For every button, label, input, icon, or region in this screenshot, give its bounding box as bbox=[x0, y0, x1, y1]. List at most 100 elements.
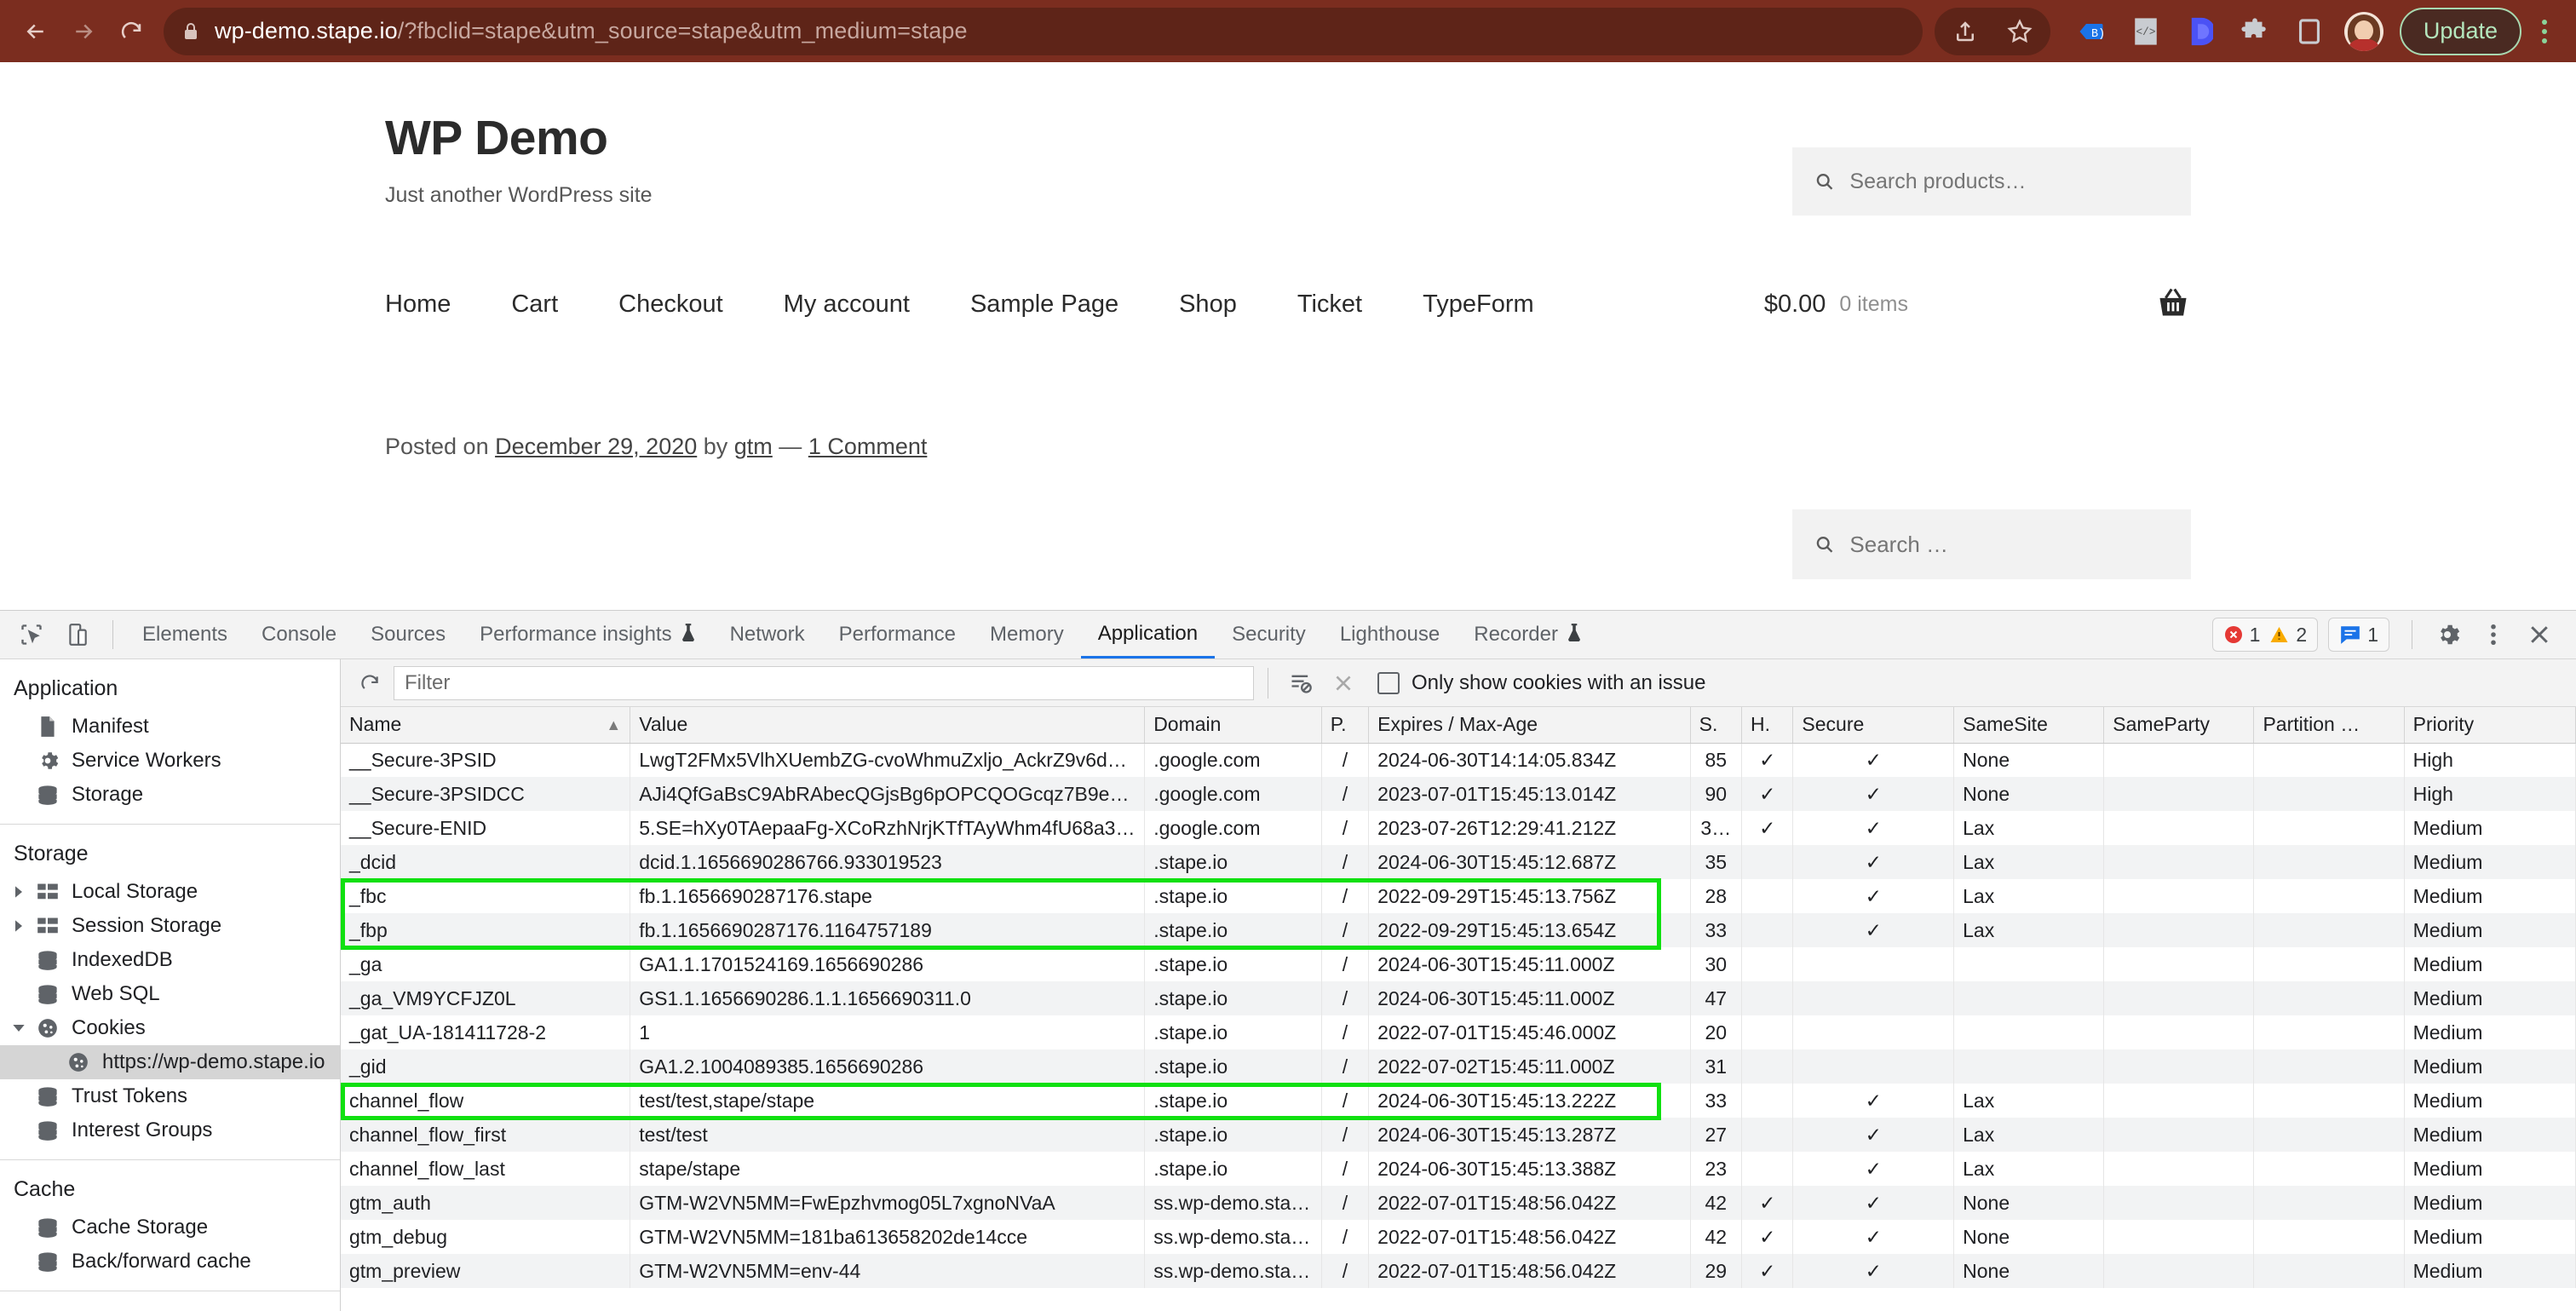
puzzle-icon[interactable] bbox=[2231, 8, 2279, 55]
table-row[interactable]: _fbc fb.1.1656690287176.stape .stape.io/20… bbox=[341, 879, 2576, 913]
tab-console[interactable]: Console bbox=[244, 611, 354, 658]
nav-item-checkout[interactable]: Checkout bbox=[618, 290, 723, 319]
table-row[interactable]: _ga_VM9YCFJZ0L GS1.1.1656690286.1.1.16566… bbox=[341, 981, 2576, 1015]
tab-performance[interactable]: Performance bbox=[822, 611, 973, 658]
nav-item-ticket[interactable]: Ticket bbox=[1297, 290, 1362, 319]
column-header-priority[interactable]: Priority bbox=[2404, 707, 2576, 744]
tab-elements[interactable]: Elements bbox=[125, 611, 244, 658]
sidebar-item-interest-groups[interactable]: Interest Groups bbox=[0, 1113, 340, 1147]
column-header-samesite[interactable]: SameSite bbox=[1953, 707, 2105, 744]
column-header-domain[interactable]: Domain bbox=[1144, 707, 1322, 744]
table-row[interactable]: gtm_debug GTM-W2VN5MM=181ba613658202de14c… bbox=[341, 1220, 2576, 1254]
gear-icon[interactable] bbox=[2427, 614, 2468, 655]
column-header-partition[interactable]: Partition … bbox=[2253, 707, 2405, 744]
chevron-right-icon[interactable] bbox=[9, 919, 29, 933]
table-row[interactable]: channel_flow test/test,stape/stape .stape.… bbox=[341, 1084, 2576, 1118]
nav-item-sample-page[interactable]: Sample Page bbox=[970, 290, 1118, 319]
tab-memory[interactable]: Memory bbox=[973, 611, 1081, 658]
post-comments-link[interactable]: 1 Comment bbox=[808, 434, 928, 459]
product-search-input[interactable] bbox=[1849, 169, 2169, 194]
table-row[interactable]: _gat_UA-181411728-2 1 .stape.io/2022-07-01… bbox=[341, 1015, 2576, 1049]
sidebar-item-https-wp-demo-stape-io[interactable]: https://wp-demo.stape.io bbox=[0, 1045, 340, 1079]
table-row[interactable]: gtm_preview GTM-W2VN5MM=env-44 ss.wp-demo.… bbox=[341, 1254, 2576, 1288]
table-row[interactable]: _ga GA1.1.1701524169.1656690286 .stape.io /… bbox=[341, 947, 2576, 981]
sidebar-search-box[interactable] bbox=[1792, 509, 2191, 579]
sidebar-item-local-storage[interactable]: Local Storage bbox=[0, 875, 340, 909]
tab-lighthouse[interactable]: Lighthouse bbox=[1323, 611, 1457, 658]
filter-input[interactable] bbox=[394, 665, 1254, 700]
star-icon[interactable] bbox=[1996, 8, 2044, 55]
checkbox-box[interactable] bbox=[1377, 671, 1400, 694]
table-row[interactable]: gtm_auth GTM-W2VN5MM=FwEpzhvmog05L7xgnoNV… bbox=[341, 1186, 2576, 1220]
nav-item-typeform[interactable]: TypeForm bbox=[1423, 290, 1534, 319]
table-row[interactable]: __Secure-3PSIDCC AJi4QfGaBsC9AbRAbecQGjsB… bbox=[341, 777, 2576, 811]
sidebar-icon[interactable] bbox=[2286, 8, 2333, 55]
only-issues-checkbox[interactable]: Only show cookies with an issue bbox=[1377, 671, 1706, 695]
column-header-sameparty[interactable]: SameParty bbox=[2103, 707, 2255, 744]
table-row[interactable]: channel_flow_first test/test .stape.io/202… bbox=[341, 1118, 2576, 1152]
issues-counter[interactable]: 1 2 bbox=[2211, 618, 2319, 652]
nav-item-home[interactable]: Home bbox=[385, 290, 451, 319]
column-header-h[interactable]: H. bbox=[1741, 707, 1794, 744]
tab-application[interactable]: Application bbox=[1080, 611, 1216, 658]
tab-recorder[interactable]: Recorder bbox=[1457, 611, 1599, 658]
kebab-menu-icon[interactable] bbox=[2525, 8, 2564, 55]
forward-arrow-icon[interactable] bbox=[60, 8, 107, 55]
sidebar-item-service-workers[interactable]: Service Workers bbox=[0, 744, 340, 778]
share-icon[interactable] bbox=[1941, 8, 1989, 55]
sidebar-item-session-storage[interactable]: Session Storage bbox=[0, 909, 340, 943]
product-search-box[interactable] bbox=[1792, 147, 2191, 216]
sidebar-item-cookies[interactable]: Cookies bbox=[0, 1011, 340, 1045]
basket-icon[interactable] bbox=[2155, 286, 2191, 323]
extension-tag-icon[interactable]: B) bbox=[2067, 8, 2115, 55]
chevron-right-icon[interactable] bbox=[9, 885, 29, 899]
device-toolbar-icon[interactable] bbox=[57, 614, 98, 655]
sidebar-item-trust-tokens[interactable]: Trust Tokens bbox=[0, 1079, 340, 1113]
sidebar-item-cache-storage[interactable]: Cache Storage bbox=[0, 1210, 340, 1245]
sidebar-item-back-forward-cache[interactable]: Back/forward cache bbox=[0, 1245, 340, 1279]
inspect-element-icon[interactable] bbox=[11, 614, 52, 655]
cookies-table-container[interactable]: Name ▲ Value Domain P. Expires / Max-Age S. H. S… bbox=[341, 707, 2576, 1311]
tab-performance-insights[interactable]: Performance insights bbox=[463, 611, 712, 658]
clear-all-cookies-icon[interactable] bbox=[1325, 664, 1362, 702]
sidebar-item-storage[interactable]: Storage bbox=[0, 778, 340, 812]
nav-item-shop[interactable]: Shop bbox=[1179, 290, 1237, 319]
column-header-secure[interactable]: Secure bbox=[1792, 707, 1955, 744]
column-header-s[interactable]: S. bbox=[1690, 707, 1743, 744]
sidebar-item-manifest[interactable]: Manifest bbox=[0, 710, 340, 744]
update-button[interactable]: Update bbox=[2399, 7, 2521, 55]
tab-security[interactable]: Security bbox=[1215, 611, 1323, 658]
avatar[interactable] bbox=[2340, 8, 2388, 55]
messages-counter[interactable]: 1 bbox=[2328, 618, 2389, 652]
reload-icon[interactable] bbox=[107, 8, 155, 55]
column-header-p[interactable]: P. bbox=[1321, 707, 1370, 744]
table-row[interactable]: __Secure-ENID 5.SE=hXy0TAepaaFg-XCoRzhNrj… bbox=[341, 811, 2576, 845]
cart-summary[interactable]: $0.00 0 items bbox=[1764, 286, 2191, 323]
table-row[interactable]: __Secure-3PSID LwgT2FMx5VlhXUembZG-cvoWhm… bbox=[341, 743, 2576, 777]
sidebar-search-input[interactable] bbox=[1849, 531, 2169, 558]
table-row[interactable]: channel_flow_last stape/stape .stape.io/20… bbox=[341, 1152, 2576, 1186]
clear-filtered-cookies-icon[interactable] bbox=[1282, 664, 1320, 702]
sidebar-item-indexeddb[interactable]: IndexedDB bbox=[0, 943, 340, 977]
column-header-name[interactable]: Name ▲ bbox=[341, 707, 631, 744]
post-date-link[interactable]: December 29, 2020 bbox=[495, 434, 697, 459]
column-header-expires-max-age[interactable]: Expires / Max-Age bbox=[1368, 707, 1691, 744]
code-extension-icon[interactable]: </> bbox=[2122, 8, 2170, 55]
table-row[interactable]: _dcid dcid.1.1656690286766.933019523 .stap… bbox=[341, 845, 2576, 879]
close-devtools-icon[interactable] bbox=[2519, 614, 2560, 655]
refresh-icon[interactable] bbox=[351, 664, 388, 702]
more-options-icon[interactable] bbox=[2473, 614, 2514, 655]
nav-item-my-account[interactable]: My account bbox=[784, 290, 910, 319]
table-row[interactable]: _gid GA1.2.1004089385.1656690286 .stape.io… bbox=[341, 1049, 2576, 1084]
column-header-value[interactable]: Value bbox=[630, 707, 1146, 744]
sidebar-item-web-sql[interactable]: Web SQL bbox=[0, 977, 340, 1011]
tab-sources[interactable]: Sources bbox=[354, 611, 463, 658]
nav-item-cart[interactable]: Cart bbox=[511, 290, 558, 319]
d-extension-icon[interactable] bbox=[2176, 8, 2224, 55]
back-arrow-icon[interactable] bbox=[12, 8, 60, 55]
post-author-link[interactable]: gtm bbox=[734, 434, 773, 459]
tab-network[interactable]: Network bbox=[713, 611, 822, 658]
address-bar[interactable]: wp-demo.stape.io/?fbclid=stape&utm_sourc… bbox=[164, 7, 1923, 55]
table-row[interactable]: _fbp fb.1.1656690287176.1164757189 .stape.… bbox=[341, 913, 2576, 947]
chevron-down-icon[interactable] bbox=[9, 1021, 29, 1035]
